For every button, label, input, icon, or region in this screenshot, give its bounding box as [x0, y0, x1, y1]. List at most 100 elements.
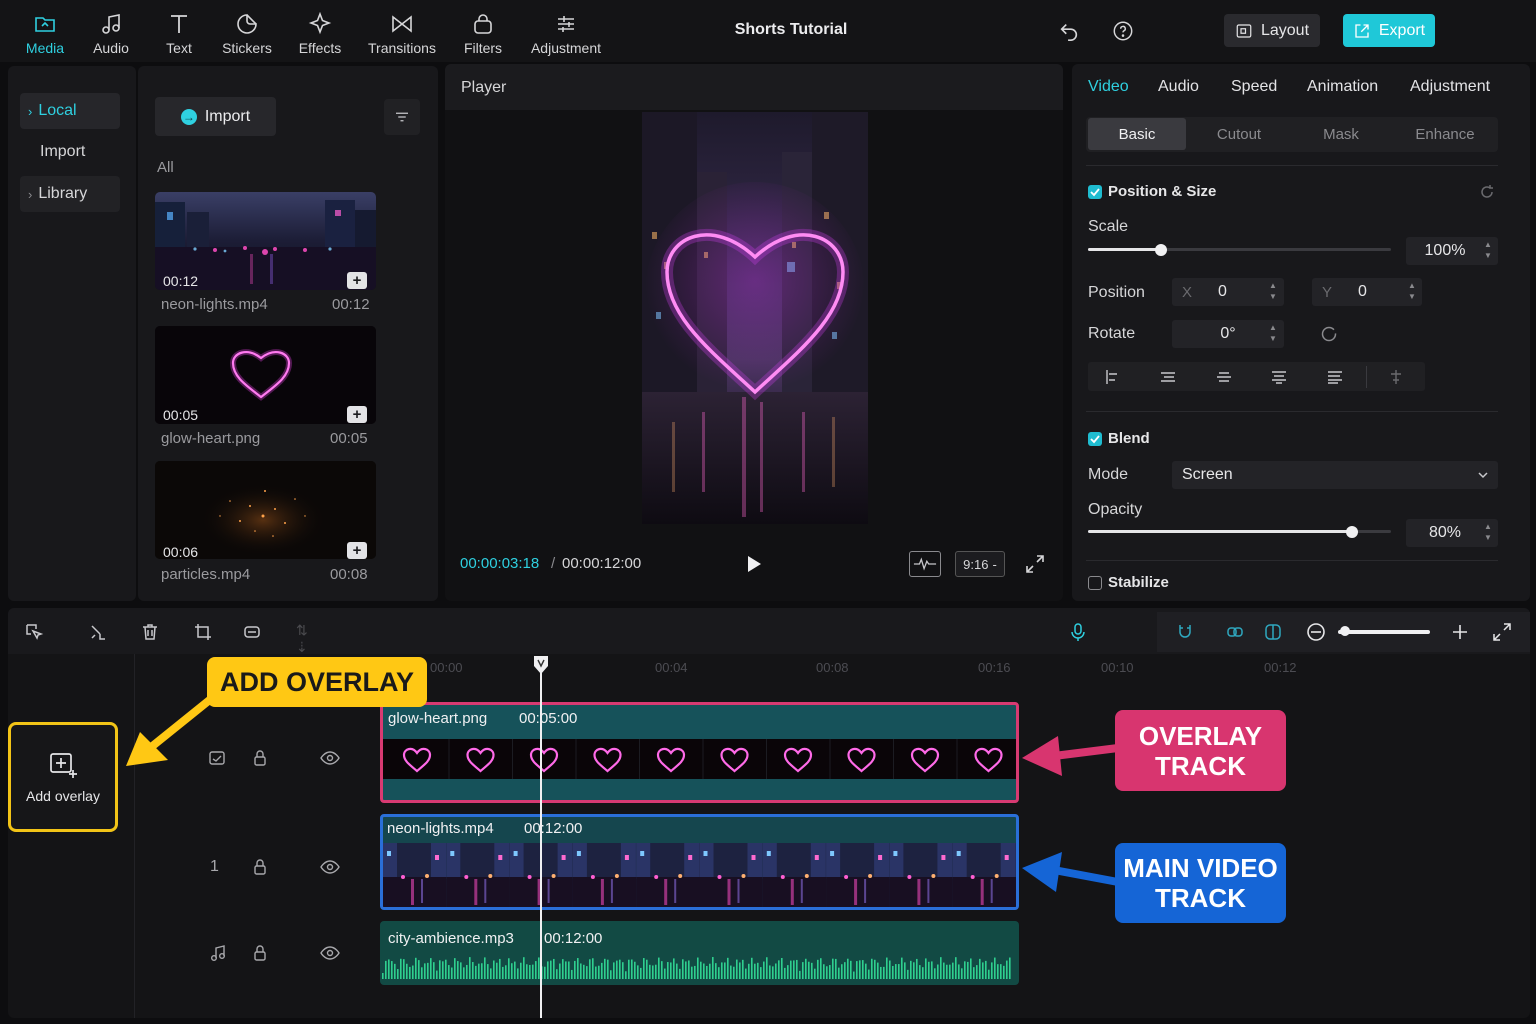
- audio-track-visibility[interactable]: [320, 943, 340, 963]
- filter-lines-icon: [396, 112, 408, 122]
- overlay-track-callout-line1: OVERLAY: [1138, 721, 1263, 751]
- video-preview[interactable]: [642, 112, 868, 524]
- toolbar-adjustment[interactable]: Adjustment: [524, 12, 608, 58]
- align-top-button[interactable]: [1270, 368, 1288, 386]
- main-track-visibility[interactable]: [320, 857, 340, 877]
- waveform-bar: [484, 957, 486, 979]
- toolbar-filters[interactable]: Filters: [460, 12, 506, 58]
- media-filter-all[interactable]: All: [157, 159, 174, 176]
- blend-mode-select[interactable]: Screen: [1172, 461, 1498, 489]
- select-tool-button[interactable]: [24, 622, 44, 642]
- stabilize-checkbox[interactable]: [1088, 576, 1102, 590]
- reset-button[interactable]: [1478, 183, 1496, 201]
- tab-video[interactable]: Video: [1088, 78, 1129, 96]
- subtab-mask[interactable]: Mask: [1292, 118, 1390, 150]
- export-button[interactable]: Export: [1343, 14, 1435, 47]
- crop-button[interactable]: [193, 622, 213, 642]
- fullscreen-button[interactable]: [1025, 554, 1045, 574]
- record-voice-button[interactable]: [1068, 622, 1088, 642]
- align-middle-button[interactable]: [1326, 368, 1344, 386]
- waveform-bar: [547, 961, 549, 979]
- align-right-button[interactable]: [1215, 368, 1233, 386]
- align-center-h-button[interactable]: [1159, 368, 1177, 386]
- add-to-timeline-icon[interactable]: +: [347, 272, 367, 289]
- position-size-checkbox[interactable]: [1088, 185, 1102, 199]
- fit-timeline-button[interactable]: [1492, 622, 1512, 642]
- toolbar-media[interactable]: Media: [24, 12, 66, 58]
- subtab-cutout[interactable]: Cutout: [1190, 118, 1288, 150]
- layout-button[interactable]: Layout: [1224, 14, 1320, 47]
- overlay-track-visibility[interactable]: [320, 748, 340, 768]
- auto-snap-button[interactable]: [1175, 622, 1195, 642]
- project-title: Shorts Tutorial: [734, 21, 848, 38]
- media-item-particles[interactable]: 00:06 +: [155, 461, 376, 559]
- audio-track-toggle[interactable]: [208, 943, 228, 963]
- city-frame-shape: [494, 843, 510, 879]
- sort-filter-button[interactable]: [384, 99, 420, 135]
- opacity-slider-knob[interactable]: [1346, 526, 1358, 538]
- position-x-stepper[interactable]: ▲ ▼: [1267, 280, 1279, 304]
- opacity-stepper[interactable]: ▲ ▼: [1482, 521, 1494, 545]
- audio-track-lock[interactable]: [250, 943, 270, 963]
- main-track-lock[interactable]: [250, 857, 270, 877]
- add-to-timeline-icon[interactable]: +: [347, 406, 367, 423]
- align-left-button[interactable]: [1104, 368, 1122, 386]
- sidebar-item-local[interactable]: › Local: [20, 93, 120, 129]
- play-button[interactable]: [745, 554, 763, 574]
- tab-audio[interactable]: Audio: [1158, 78, 1199, 96]
- undo-button[interactable]: [1058, 20, 1080, 42]
- aspect-ratio-dropdown[interactable]: 9:16-: [955, 551, 1005, 577]
- scale-stepper[interactable]: ▲ ▼: [1482, 239, 1494, 263]
- tab-adjustment[interactable]: Adjustment: [1410, 78, 1490, 96]
- delete-button[interactable]: [140, 622, 160, 642]
- waveform-bar: [634, 961, 636, 979]
- link-button[interactable]: [1225, 622, 1245, 642]
- zoom-out-button[interactable]: [1306, 622, 1326, 642]
- sidebar-item-import[interactable]: Import: [20, 134, 120, 170]
- media-item-neon-lights[interactable]: 00:12 +: [155, 192, 376, 290]
- tab-speed[interactable]: Speed: [1231, 78, 1277, 96]
- position-y-stepper[interactable]: ▲ ▼: [1406, 280, 1418, 304]
- rotate-stepper[interactable]: ▲ ▼: [1267, 322, 1279, 346]
- subtab-enhance[interactable]: Enhance: [1395, 118, 1495, 150]
- toolbar-audio[interactable]: Audio: [90, 12, 132, 58]
- sidebar-item-library[interactable]: › Library: [20, 176, 120, 212]
- waveform-button[interactable]: [909, 551, 941, 577]
- waveform-bar: [646, 959, 648, 979]
- overlay-track-lock[interactable]: [250, 748, 270, 768]
- player-header: [445, 64, 1063, 110]
- tab-animation[interactable]: Animation: [1307, 78, 1378, 96]
- waveform-bar: [475, 965, 477, 979]
- add-overlay-button[interactable]: Add overlay: [8, 722, 118, 832]
- rotate-reset-button[interactable]: [1320, 325, 1338, 343]
- reverse-button[interactable]: ⇅ ⇣: [296, 622, 316, 655]
- toolbar-text[interactable]: Text: [160, 12, 198, 58]
- waveform-bar: [796, 959, 798, 979]
- zoom-in-button[interactable]: [1450, 622, 1470, 642]
- media-item-glow-heart[interactable]: 00:05 +: [155, 326, 376, 424]
- align-bottom-button[interactable]: [1387, 368, 1405, 386]
- frame-separator: [829, 739, 831, 779]
- zoom-slider[interactable]: [1338, 630, 1430, 634]
- toolbar-transitions[interactable]: Transitions: [362, 12, 442, 58]
- waveform-bar: [469, 957, 471, 979]
- split-button[interactable]: [88, 622, 108, 642]
- city-frame-shape: [527, 875, 532, 879]
- add-to-timeline-icon[interactable]: +: [347, 542, 367, 559]
- city-frame-shape: [509, 843, 524, 879]
- blend-checkbox[interactable]: [1088, 432, 1102, 446]
- waveform-bar: [586, 966, 588, 979]
- zoom-slider-knob[interactable]: [1340, 626, 1350, 636]
- toolbar-effects[interactable]: Effects: [294, 12, 346, 58]
- waveform-bar: [1006, 960, 1008, 979]
- help-button[interactable]: [1112, 20, 1134, 42]
- preview-axis-button[interactable]: [1263, 622, 1283, 642]
- subtab-basic[interactable]: Basic: [1088, 118, 1186, 150]
- import-button[interactable]: → Import: [155, 97, 276, 136]
- playhead-handle[interactable]: [532, 655, 550, 675]
- filter-icon: [474, 14, 492, 34]
- toolbar-stickers[interactable]: Stickers: [218, 12, 276, 58]
- playhead-line[interactable]: [540, 664, 542, 1018]
- freeze-button[interactable]: [242, 622, 262, 642]
- scale-slider-knob[interactable]: [1155, 244, 1167, 256]
